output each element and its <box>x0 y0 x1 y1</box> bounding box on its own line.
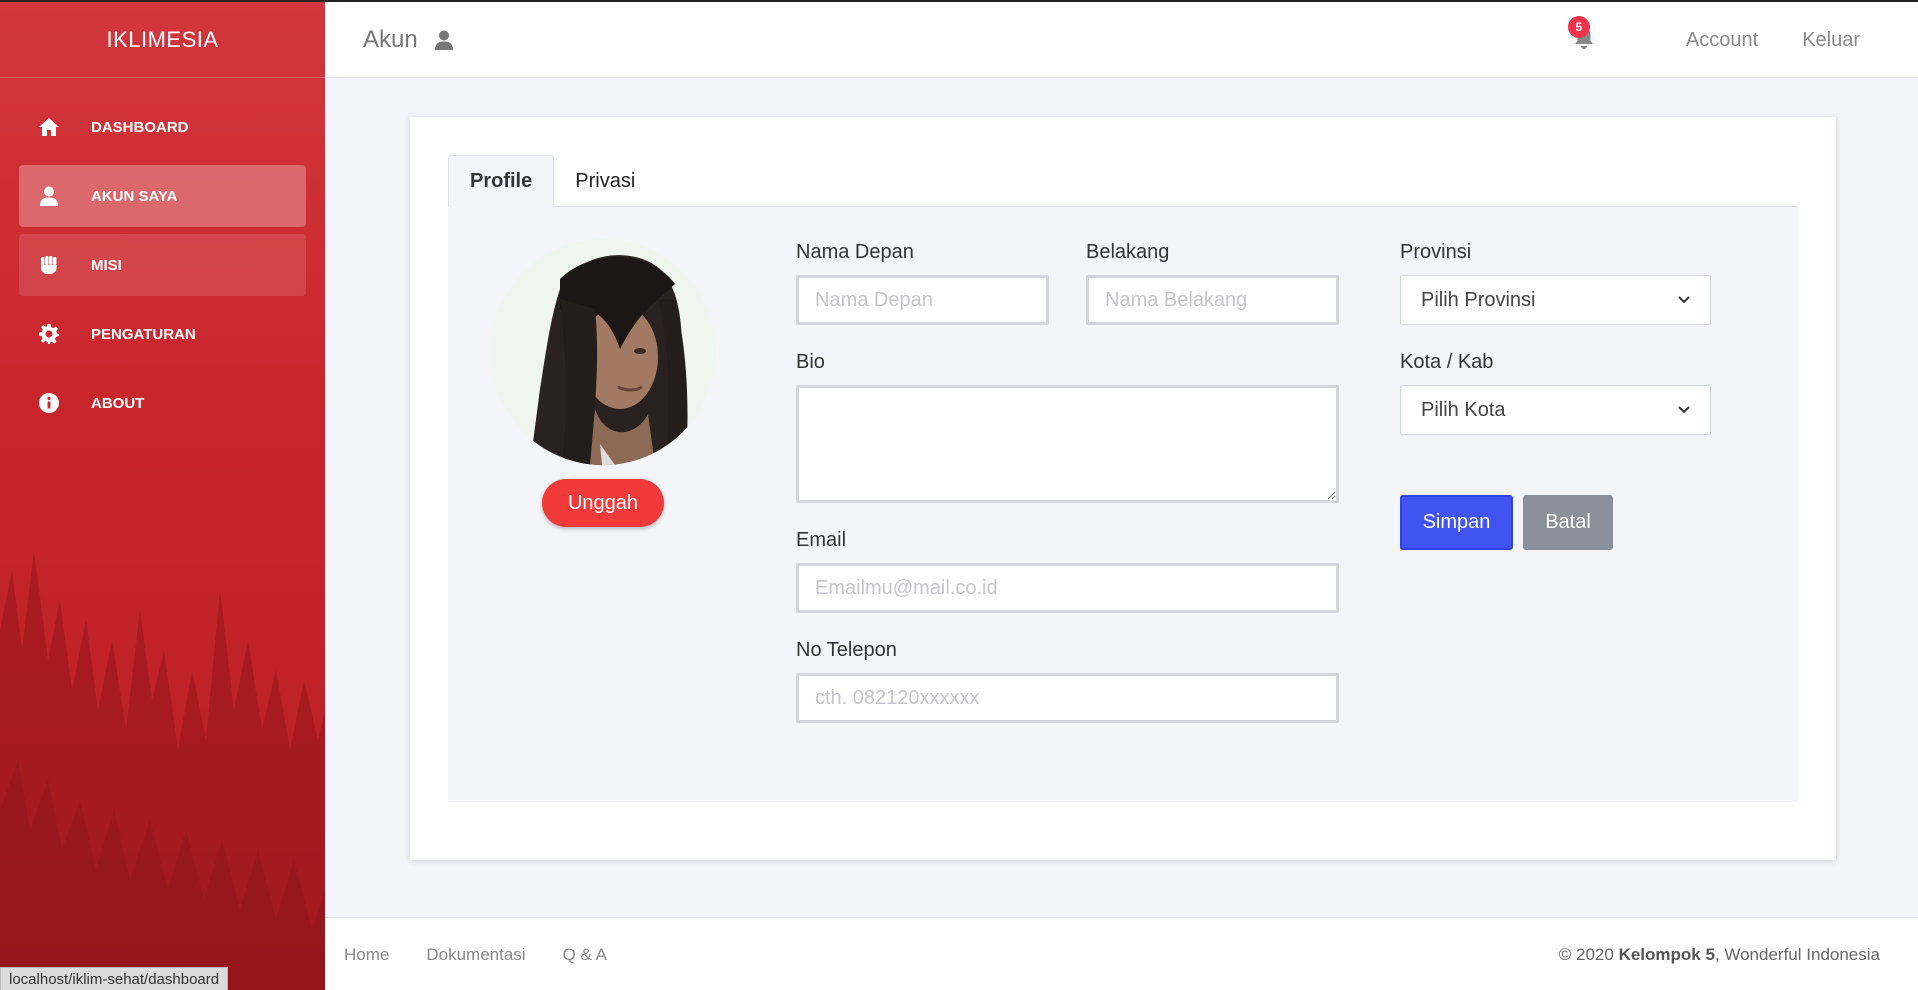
copyright-prefix: © 2020 <box>1558 945 1619 964</box>
sidebar-nav: DASHBOARD AKUN SAYA MISI PENGATURAN ABOU… <box>0 78 325 434</box>
info-icon <box>37 391 61 415</box>
profile-card: Profile Privasi Unggah Nama Depan Belaka… <box>410 117 1836 860</box>
avatar <box>490 239 716 465</box>
user-icon <box>434 30 453 50</box>
sidebar-item-about[interactable]: ABOUT <box>19 372 306 434</box>
upload-button[interactable]: Unggah <box>542 479 664 527</box>
first-name-input[interactable] <box>796 275 1049 325</box>
sidebar-item-pengaturan[interactable]: PENGATURAN <box>19 303 306 365</box>
forest-background-image <box>0 550 325 990</box>
sidebar: IKLIMESIA DASHBOARD AKUN SAYA MISI PENGA… <box>0 2 325 990</box>
profile-photo <box>490 239 716 465</box>
province-select[interactable]: Pilih Provinsi <box>1400 275 1711 325</box>
province-label: Provinsi <box>1400 241 1472 263</box>
phone-field[interactable] <box>796 673 1339 723</box>
city-selected-value: Pilih Kota <box>1421 398 1506 421</box>
sidebar-item-misi[interactable]: MISI <box>19 234 306 296</box>
phone-label: No Telepon <box>796 639 897 661</box>
footer-link-home[interactable]: Home <box>344 945 389 965</box>
province-selected-value: Pilih Provinsi <box>1421 288 1536 311</box>
bio-label: Bio <box>796 351 825 373</box>
user-icon <box>37 184 61 208</box>
topbar: Akun 5 Account Keluar <box>325 2 1918 78</box>
bio-textarea[interactable] <box>796 385 1339 503</box>
logout-link[interactable]: Keluar <box>1802 29 1860 52</box>
footer-link-docs[interactable]: Dokumentasi <box>426 945 525 965</box>
sidebar-item-label: DASHBOARD <box>91 118 189 136</box>
footer: Home Dokumentasi Q & A © 2020 Kelompok 5… <box>325 917 1918 990</box>
chevron-down-icon <box>1678 296 1690 304</box>
city-select[interactable]: Pilih Kota <box>1400 385 1711 435</box>
email-label: Email <box>796 529 847 551</box>
notification-bell[interactable]: 5 <box>1567 16 1598 52</box>
sidebar-item-label: ABOUT <box>91 394 145 412</box>
city-label: Kota / Kab <box>1400 351 1494 373</box>
email-field[interactable] <box>796 563 1339 613</box>
profile-panel: Unggah Nama Depan Belakang Bio Email No … <box>448 207 1798 802</box>
notification-badge: 5 <box>1567 16 1590 38</box>
sidebar-item-akun-saya[interactable]: AKUN SAYA <box>19 165 306 227</box>
top-right-nav: 5 Account Keluar <box>1567 2 1860 78</box>
copyright-team: Kelompok 5 <box>1618 945 1715 964</box>
footer-link-qa[interactable]: Q & A <box>563 945 607 965</box>
page-title: Akun <box>363 26 454 54</box>
cancel-button[interactable]: Batal <box>1523 495 1613 550</box>
sidebar-item-dashboard[interactable]: DASHBOARD <box>19 96 306 158</box>
gear-icon <box>37 322 61 346</box>
fist-icon <box>37 253 61 277</box>
copyright: © 2020 Kelompok 5, Wonderful Indonesia <box>1559 945 1880 965</box>
tab-profile[interactable]: Profile <box>448 155 555 207</box>
sidebar-item-label: MISI <box>91 256 122 274</box>
copyright-suffix: , Wonderful Indonesia <box>1714 945 1880 964</box>
save-button[interactable]: Simpan <box>1400 495 1513 550</box>
last-name-label: Belakang <box>1086 241 1170 263</box>
home-icon <box>37 115 61 139</box>
first-name-label: Nama Depan <box>796 241 914 263</box>
brand-logo[interactable]: IKLIMESIA <box>0 2 325 78</box>
tab-bar: Profile Privasi <box>448 155 1798 207</box>
sidebar-item-label: PENGATURAN <box>91 325 196 343</box>
browser-status-url: localhost/iklim-sehat/dashboard <box>0 967 229 990</box>
last-name-input[interactable] <box>1086 275 1339 325</box>
tab-privasi[interactable]: Privasi <box>554 155 656 207</box>
sidebar-item-label: AKUN SAYA <box>91 187 178 205</box>
page-title-text: Akun <box>363 25 418 53</box>
chevron-down-icon <box>1678 406 1690 414</box>
account-link[interactable]: Account <box>1686 29 1758 52</box>
